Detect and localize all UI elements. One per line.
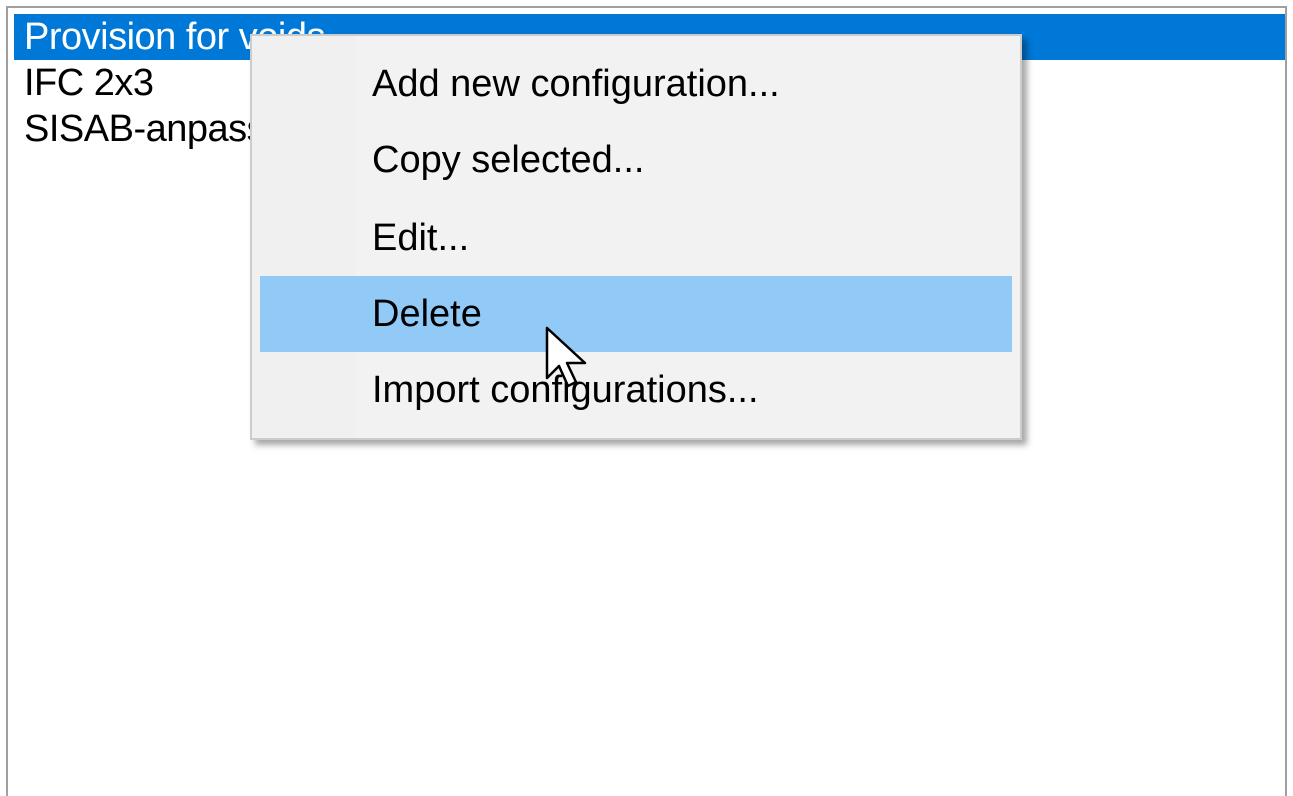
menu-item-add-new-configuration[interactable]: Add new configuration... bbox=[260, 46, 1012, 122]
arrow-cursor-icon bbox=[545, 326, 587, 388]
menu-item-edit[interactable]: Edit... bbox=[260, 200, 1012, 276]
menu-item-delete[interactable]: Delete bbox=[260, 276, 1012, 352]
menu-item-copy-selected[interactable]: Copy selected... bbox=[260, 122, 1012, 198]
menu-item-import-configurations[interactable]: Import configurations... bbox=[260, 352, 1012, 428]
context-menu: Add new configuration... Copy selected..… bbox=[250, 34, 1022, 440]
